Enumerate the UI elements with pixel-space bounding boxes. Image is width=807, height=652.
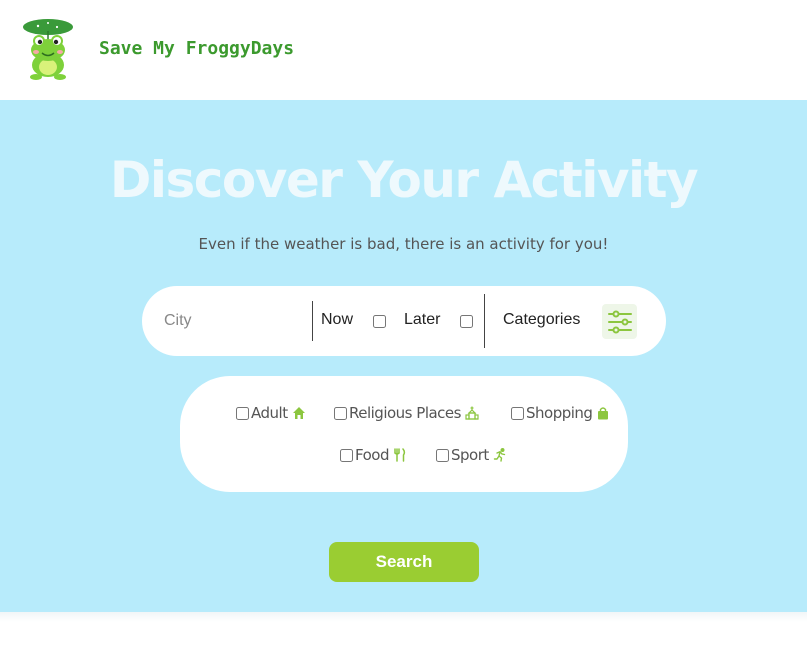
- divider: [484, 294, 485, 348]
- category-label: Adult: [251, 404, 288, 422]
- category-food[interactable]: Food: [340, 446, 407, 464]
- category-shopping[interactable]: Shopping: [511, 404, 610, 422]
- categories-label: Categories: [503, 311, 581, 328]
- divider: [312, 301, 313, 341]
- category-food-checkbox[interactable]: [340, 448, 353, 462]
- category-label: Religious Places: [349, 404, 461, 422]
- categories-panel: Adult Religious Places Shopping Food Spo…: [180, 376, 628, 492]
- running-icon: [493, 448, 505, 462]
- category-shopping-checkbox[interactable]: [511, 406, 524, 420]
- category-religious-places[interactable]: Religious Places: [334, 404, 479, 422]
- filter-button[interactable]: [602, 304, 637, 339]
- church-icon: [465, 406, 479, 420]
- shopping-bag-icon: [598, 407, 609, 420]
- later-label: Later: [404, 311, 441, 328]
- page-subtitle: Even if the weather is bad, there is an …: [198, 235, 609, 253]
- home-icon: [292, 407, 305, 419]
- later-checkbox[interactable]: [460, 315, 473, 328]
- category-label: Sport: [451, 446, 489, 464]
- category-label: Food: [355, 446, 389, 464]
- footer-edge: [0, 612, 807, 622]
- category-sport[interactable]: Sport: [436, 446, 507, 464]
- city-input[interactable]: [164, 308, 304, 334]
- category-label: Shopping: [526, 404, 593, 422]
- category-sport-checkbox[interactable]: [436, 448, 449, 462]
- search-button[interactable]: Search: [329, 542, 479, 582]
- frog-logo-icon[interactable]: [20, 17, 80, 81]
- now-label: Now: [321, 311, 354, 328]
- brand-name[interactable]: Save My FroggyDays: [99, 38, 294, 59]
- category-adult[interactable]: Adult: [236, 404, 306, 422]
- utensils-icon: [394, 448, 406, 462]
- page-title: Discover Your Activity: [109, 151, 699, 209]
- hero-section: Discover Your Activity Even if the weath…: [0, 100, 807, 612]
- now-checkbox[interactable]: [373, 315, 386, 328]
- search-bar: Now Later Categories: [142, 286, 666, 356]
- sliders-icon: [607, 310, 632, 333]
- category-religious-places-checkbox[interactable]: [334, 406, 347, 420]
- site-header: Save My FroggyDays: [0, 0, 807, 100]
- category-adult-checkbox[interactable]: [236, 406, 249, 420]
